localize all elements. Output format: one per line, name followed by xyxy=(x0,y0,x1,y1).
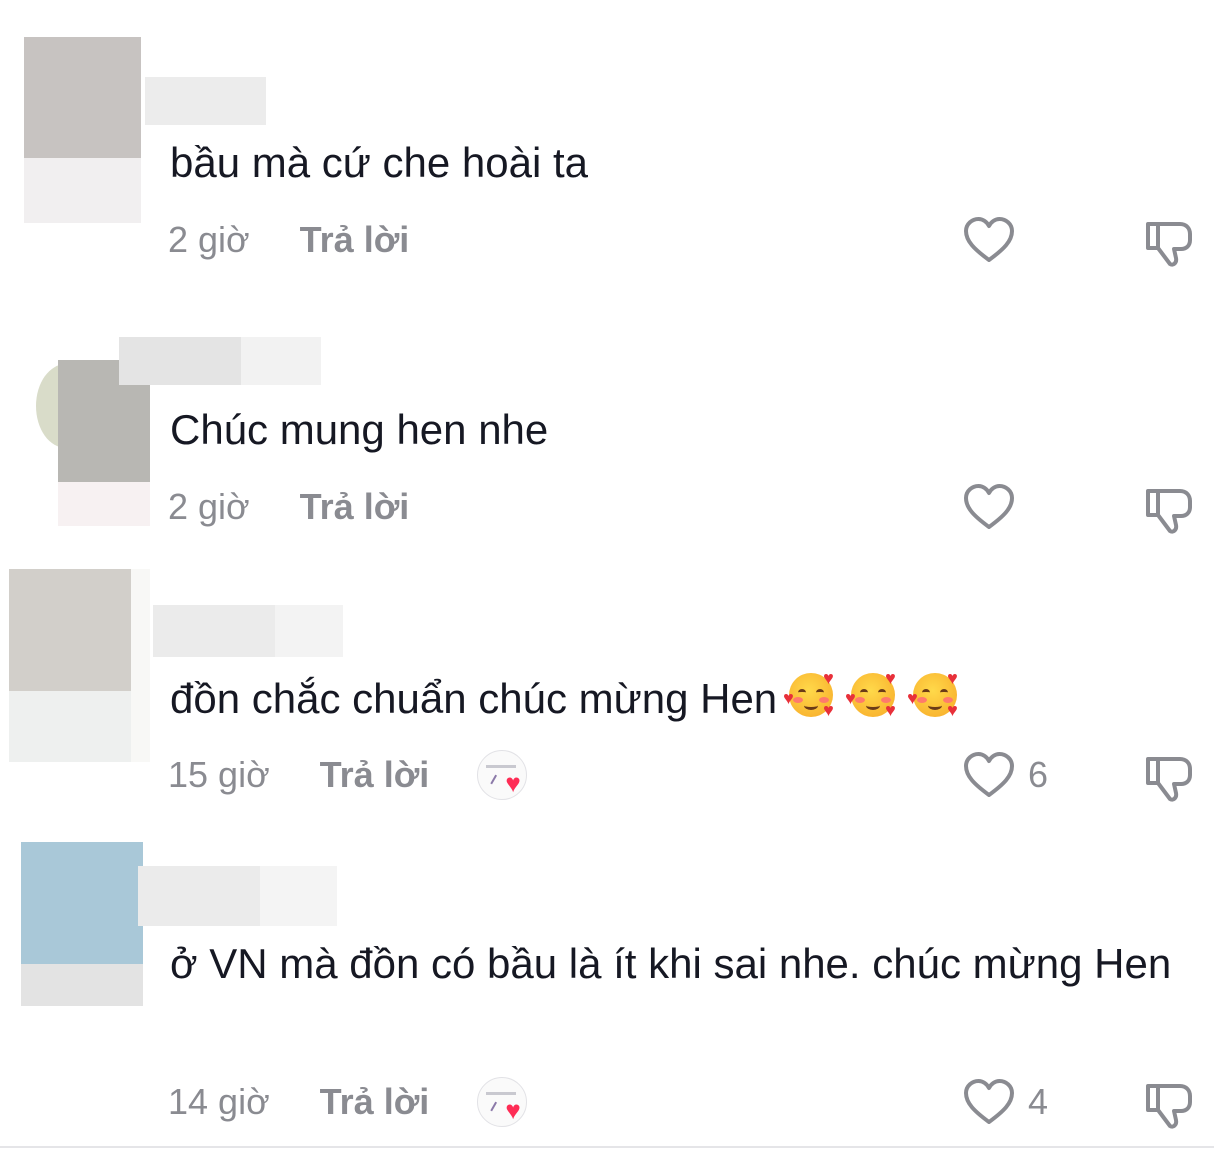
like-button[interactable]: 4 xyxy=(962,1077,1048,1127)
comment-meta: 2 giờ Trả lời xyxy=(168,482,409,532)
smiling-face-with-hearts-emoji: ♥ ♥ ♥ xyxy=(845,668,896,720)
like-count: 4 xyxy=(1028,1081,1049,1122)
comment-time: 2 giờ xyxy=(168,486,250,527)
comment-item: bầu mà cứ che hoài ta 2 giờ Trả lời xyxy=(0,0,1214,300)
creator-liked-icon: ♥ xyxy=(477,750,533,800)
comment-time: 14 giờ xyxy=(168,1081,270,1122)
avatar[interactable] xyxy=(21,842,143,1006)
like-button[interactable] xyxy=(962,482,1016,532)
like-button[interactable] xyxy=(962,215,1016,265)
reply-button[interactable]: Trả lời xyxy=(320,1081,430,1123)
avatar[interactable] xyxy=(24,37,141,223)
dislike-icon[interactable] xyxy=(1140,1076,1196,1132)
username-redacted[interactable] xyxy=(119,337,321,385)
comment-text: ở VN mà đồn có bầu là ít khi sai nhe. ch… xyxy=(170,940,1172,987)
heart-outline-icon xyxy=(964,752,1014,797)
reply-button[interactable]: Trả lời xyxy=(320,754,430,796)
comment-item: ở VN mà đồn có bầu là ít khi sai nhe. ch… xyxy=(0,830,1214,1146)
like-count: 6 xyxy=(1028,754,1049,795)
reply-button[interactable]: Trả lời xyxy=(300,219,410,261)
heart-outline-icon xyxy=(964,1079,1014,1124)
comment-time: 15 giờ xyxy=(168,754,270,795)
like-button[interactable]: 6 xyxy=(962,750,1048,800)
comment-text-content: đồn chắc chuẩn chúc mừng Hen xyxy=(170,675,778,722)
comment-meta: 15 giờ Trả lời ♥ xyxy=(168,750,533,800)
comment-item: đồn chắc chuẩn chúc mừng Hen ♥ ♥ ♥ ♥ ♥ ♥ ♥ ♥ ♥ 15… xyxy=(0,560,1214,830)
comment-meta: 14 giờ Trả lời ♥ xyxy=(168,1077,533,1127)
heart-outline-icon xyxy=(964,484,1014,529)
heart-outline-icon xyxy=(964,217,1014,262)
divider xyxy=(0,1146,1214,1148)
smiling-face-with-hearts-emoji: ♥ ♥ ♥ xyxy=(783,668,834,720)
reply-button[interactable]: Trả lời xyxy=(300,486,410,528)
comment-meta: 2 giờ Trả lời xyxy=(168,215,409,265)
dislike-icon[interactable] xyxy=(1140,214,1196,270)
comment-item: Chúc mung hen nhe 2 giờ Trả lời xyxy=(0,300,1214,560)
username-redacted[interactable] xyxy=(153,605,343,657)
comment-text: đồn chắc chuẩn chúc mừng Hen ♥ ♥ ♥ ♥ ♥ ♥ ♥ ♥ ♥ xyxy=(170,668,963,730)
creator-liked-icon: ♥ xyxy=(477,1077,533,1127)
dislike-icon[interactable] xyxy=(1140,749,1196,805)
smiling-face-with-hearts-emoji: ♥ ♥ ♥ xyxy=(907,668,958,720)
username-redacted[interactable] xyxy=(138,866,337,926)
comment-time: 2 giờ xyxy=(168,219,250,260)
username-redacted[interactable] xyxy=(145,77,266,125)
comment-text: Chúc mung hen nhe xyxy=(170,406,549,453)
comment-text: bầu mà cứ che hoài ta xyxy=(170,139,589,186)
avatar[interactable] xyxy=(9,569,150,762)
dislike-icon[interactable] xyxy=(1140,481,1196,537)
